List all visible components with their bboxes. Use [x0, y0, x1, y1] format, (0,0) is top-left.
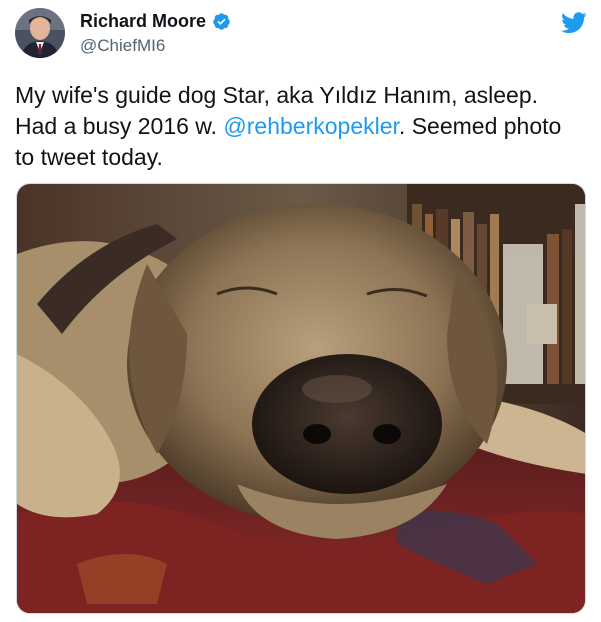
author-name-row: Richard Moore	[80, 9, 231, 33]
author-handle[interactable]: @ChiefMI6	[80, 35, 231, 57]
dog-photo-image	[17, 184, 585, 613]
tweet-photo[interactable]	[16, 183, 586, 614]
author-name[interactable]: Richard Moore	[80, 9, 206, 33]
twitter-bird-icon[interactable]	[561, 12, 587, 34]
author-avatar[interactable]	[15, 8, 65, 58]
verified-badge-icon	[212, 12, 231, 31]
tweet-card: Richard Moore @ChiefMI6 My wife's guide …	[0, 0, 601, 622]
avatar-image	[15, 8, 65, 58]
tweet-text: My wife's guide dog Star, aka Yıldız Han…	[15, 80, 585, 173]
author-info: Richard Moore @ChiefMI6	[80, 9, 231, 57]
mention-link[interactable]: @rehberkopekler	[223, 113, 399, 139]
